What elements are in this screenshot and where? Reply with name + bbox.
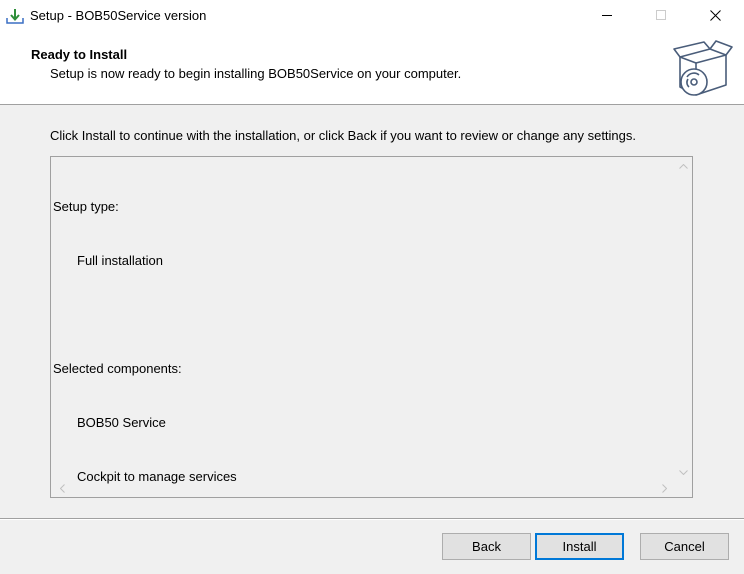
memo-line: Setup type: bbox=[53, 199, 119, 214]
horizontal-scrollbar[interactable] bbox=[51, 480, 675, 497]
scroll-down-icon[interactable] bbox=[675, 465, 692, 479]
memo-line: Full installation bbox=[77, 253, 163, 268]
maximize-button bbox=[638, 0, 684, 31]
window-title: Setup - BOB50Service version bbox=[30, 8, 207, 23]
maximize-icon bbox=[655, 10, 666, 20]
instruction-text: Click Install to continue with the insta… bbox=[50, 128, 637, 143]
install-button[interactable]: Install bbox=[535, 533, 624, 560]
setup-box-icon bbox=[670, 39, 736, 101]
close-icon bbox=[709, 10, 721, 21]
memo-line bbox=[53, 306, 237, 324]
wizard-header: Ready to Install Setup is now ready to b… bbox=[0, 31, 744, 105]
cancel-button[interactable]: Cancel bbox=[640, 533, 729, 560]
memo-content: Setup type: Full installation Selected c… bbox=[53, 162, 237, 522]
scroll-right-icon[interactable] bbox=[657, 480, 671, 497]
page-subtitle: Setup is now ready to begin installing B… bbox=[50, 66, 462, 81]
footer-divider bbox=[0, 518, 744, 520]
close-button[interactable] bbox=[692, 0, 738, 31]
page-title: Ready to Install bbox=[31, 47, 128, 62]
back-button[interactable]: Back bbox=[442, 533, 531, 560]
scrollbar-corner bbox=[675, 480, 692, 497]
memo-line: BOB50 Service bbox=[77, 415, 166, 430]
scroll-up-icon[interactable] bbox=[675, 159, 692, 173]
minimize-button[interactable] bbox=[584, 0, 630, 31]
memo-line: Selected components: bbox=[53, 361, 182, 376]
minimize-icon bbox=[601, 15, 612, 16]
ready-memo[interactable]: Setup type: Full installation Selected c… bbox=[50, 156, 693, 498]
setup-app-icon bbox=[6, 7, 24, 25]
vertical-scrollbar[interactable] bbox=[675, 157, 692, 481]
scroll-left-icon[interactable] bbox=[55, 480, 69, 497]
title-bar: Setup - BOB50Service version bbox=[0, 0, 744, 31]
